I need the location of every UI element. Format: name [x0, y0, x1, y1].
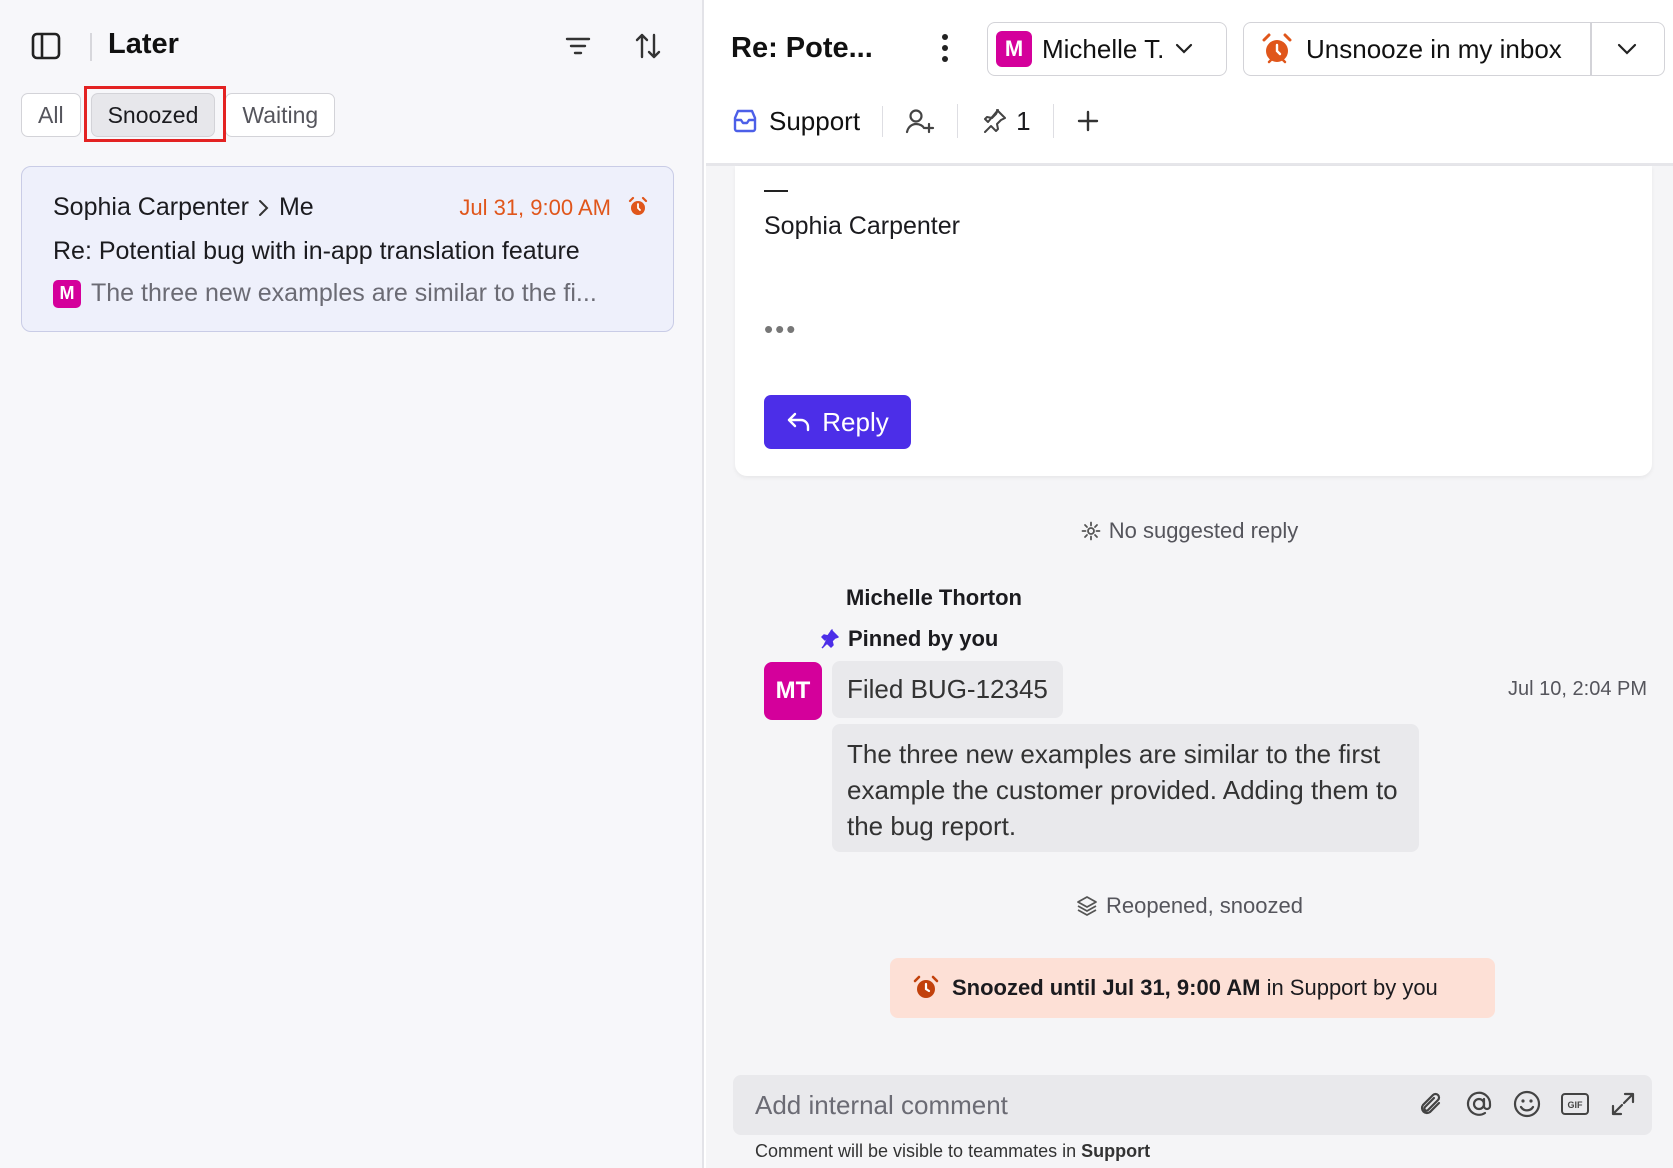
- comment-author: Michelle Thorton: [846, 585, 1022, 610]
- alarm-icon: [1262, 33, 1292, 64]
- avatar: MT: [764, 662, 822, 720]
- divider: [90, 33, 92, 61]
- pinned-indicator: Pinned by you: [818, 626, 998, 652]
- snooze-options-button[interactable]: [1592, 42, 1662, 56]
- conversation-header: Re: Pote... M Michelle T. Unsnooze in my…: [706, 0, 1673, 166]
- signature-name: Sophia Carpenter: [764, 212, 960, 240]
- sort-button[interactable]: [630, 28, 666, 64]
- conversation-title: Re: Pote...: [731, 32, 873, 64]
- conversation-subject: Re: Potential bug with in-app translatio…: [53, 237, 580, 265]
- pin-icon: [821, 629, 839, 649]
- preview-text: The three new examples are similar to th…: [91, 279, 597, 307]
- at-icon: [1466, 1091, 1492, 1116]
- reply-arrow-icon: [788, 412, 810, 432]
- add-participant-button[interactable]: [883, 104, 959, 138]
- more-vertical-icon: [942, 34, 948, 62]
- sender-name: Sophia Carpenter: [53, 193, 249, 221]
- composer-note: Comment will be visible to teammates in …: [755, 1141, 1150, 1162]
- add-user-icon: [905, 109, 935, 134]
- layers-icon: [1077, 896, 1097, 916]
- pinned-label: Pinned by you: [848, 626, 999, 651]
- filter-icon: [565, 37, 591, 55]
- emoji-button[interactable]: [1512, 1087, 1542, 1121]
- unsnooze-split-button: Unsnooze in my inbox: [1243, 22, 1665, 76]
- gear-icon: [1081, 521, 1101, 541]
- conversation-participants: Sophia Carpenter Me: [53, 193, 314, 222]
- pin-icon: [984, 109, 1007, 133]
- emoji-icon: [1513, 1090, 1541, 1118]
- snooze-date: Jul 31, 9:00 AM: [459, 195, 611, 220]
- list-header: Later: [0, 0, 704, 92]
- reply-button[interactable]: Reply: [764, 395, 911, 449]
- sidebar-toggle-button[interactable]: [28, 28, 64, 64]
- conversation-pane: Re: Pote... M Michelle T. Unsnooze in my…: [706, 0, 1673, 1168]
- reply-label: Reply: [822, 406, 889, 437]
- composer-note-text: Comment will be visible to teammates in: [755, 1141, 1082, 1161]
- conversation-list-item[interactable]: Sophia Carpenter Me Jul 31, 9:00 AM Re: …: [21, 166, 674, 332]
- conversation-preview: M The three new examples are similar to …: [53, 279, 643, 308]
- gif-icon: GIF: [1561, 1093, 1589, 1115]
- alarm-icon: [628, 196, 648, 215]
- message-card: Sophia Carpenter ••• Reply: [735, 166, 1652, 476]
- svg-text:GIF: GIF: [1568, 1100, 1584, 1110]
- sort-icon: [635, 33, 661, 59]
- plus-icon: [1077, 110, 1098, 132]
- expand-icon: [1611, 1092, 1635, 1116]
- paperclip-icon: [1420, 1092, 1441, 1115]
- mention-button[interactable]: [1464, 1087, 1494, 1121]
- tab-waiting[interactable]: Waiting: [225, 93, 336, 137]
- comment-input[interactable]: [755, 1075, 1395, 1135]
- comment-composer: GIF: [733, 1075, 1652, 1135]
- page-title: Later: [108, 28, 179, 60]
- chevron-right-icon: [258, 199, 269, 216]
- composer-actions: GIF: [1416, 1087, 1638, 1121]
- tab-all[interactable]: All: [21, 93, 81, 137]
- add-button[interactable]: [1054, 104, 1122, 138]
- sidebar-toggle-icon: [31, 32, 61, 60]
- inbox-icon: [733, 109, 757, 133]
- more-options-button[interactable]: [930, 28, 960, 68]
- avatar: M: [53, 279, 81, 308]
- no-suggested-reply-text: No suggested reply: [1108, 518, 1299, 543]
- avatar: M: [996, 31, 1032, 67]
- signature-divider: [764, 190, 788, 192]
- show-quoted-button[interactable]: •••: [764, 314, 797, 345]
- unsnooze-button[interactable]: Unsnooze in my inbox: [1244, 23, 1592, 75]
- pin-count: 1: [1016, 105, 1031, 136]
- tab-snoozed[interactable]: Snoozed: [90, 93, 216, 137]
- snooze-until: Snoozed until Jul 31, 9:00 AM: [952, 975, 1261, 1000]
- snooze-banner: Snoozed until Jul 31, 9:00 AM in Support…: [890, 958, 1495, 1018]
- suggested-reply-status: No suggested reply: [706, 518, 1673, 544]
- comment-bubble: The three new examples are similar to th…: [832, 724, 1419, 852]
- filter-button[interactable]: [560, 28, 596, 64]
- snooze-context: in Support by you: [1260, 975, 1438, 1000]
- conversation-toolbar: Support 1: [731, 98, 1122, 144]
- unsnooze-label: Unsnooze in my inbox: [1306, 33, 1562, 64]
- chevron-down-icon: [1617, 43, 1637, 55]
- inbox-name: Support: [769, 105, 861, 136]
- comment-timestamp: Jul 10, 2:04 PM: [1508, 678, 1647, 700]
- attach-button[interactable]: [1416, 1087, 1446, 1121]
- expand-button[interactable]: [1608, 1087, 1638, 1121]
- assignee-dropdown[interactable]: M Michelle T.: [987, 22, 1227, 76]
- chevron-down-icon: [1176, 43, 1193, 54]
- composer-note-inbox: Support: [1081, 1141, 1151, 1161]
- recipient-name: Me: [278, 193, 314, 221]
- snooze-banner-text: Snoozed until Jul 31, 9:00 AM in Support…: [952, 975, 1438, 1001]
- alarm-icon: [913, 975, 939, 998]
- pins-button[interactable]: 1: [958, 104, 1054, 138]
- activity-event: Reopened, snoozed: [706, 893, 1673, 919]
- conversation-list-pane: Later All Snoozed Waiting Sophia Carpent…: [0, 0, 704, 1168]
- activity-event-text: Reopened, snoozed: [1106, 893, 1303, 918]
- inbox-tag[interactable]: Support: [731, 105, 884, 137]
- gif-button[interactable]: GIF: [1560, 1087, 1590, 1121]
- comment-bubble: Filed BUG-12345: [832, 661, 1063, 718]
- assignee-name: Michelle T.: [1042, 33, 1165, 64]
- filter-tabs: All Snoozed Waiting: [21, 93, 336, 137]
